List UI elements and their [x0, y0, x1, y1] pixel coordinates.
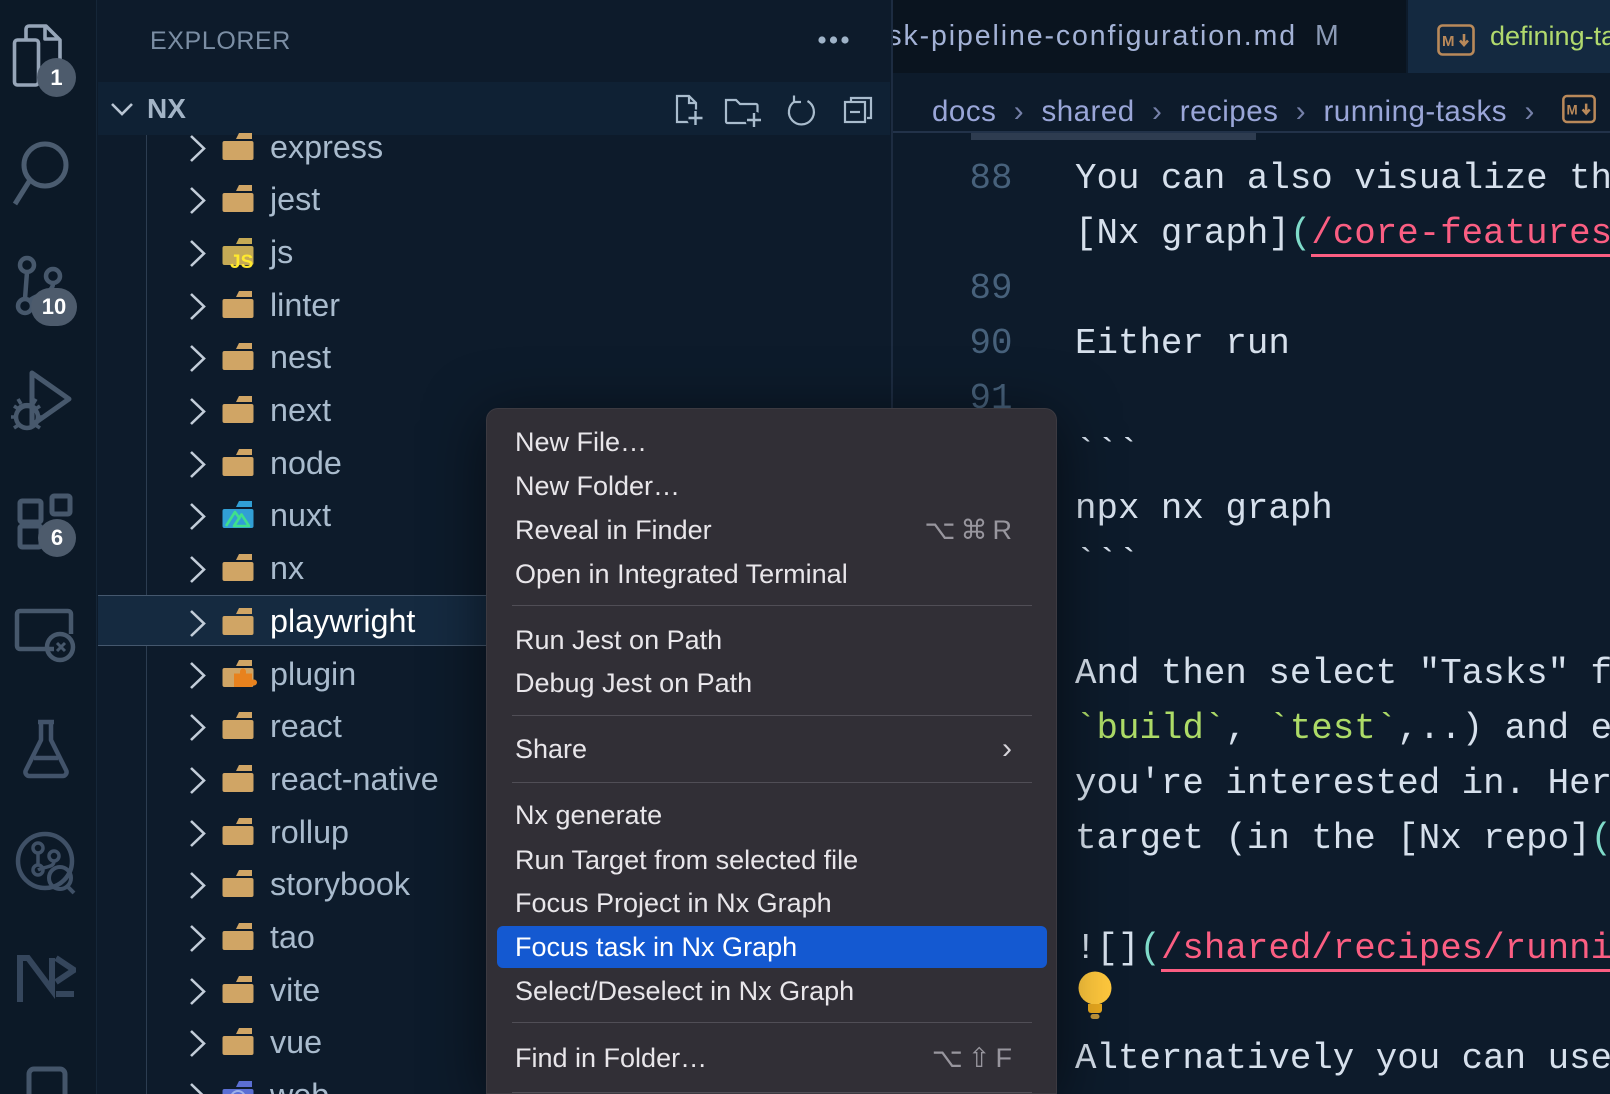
svg-text:M: M — [1566, 102, 1578, 117]
svg-text:M: M — [1442, 33, 1455, 50]
